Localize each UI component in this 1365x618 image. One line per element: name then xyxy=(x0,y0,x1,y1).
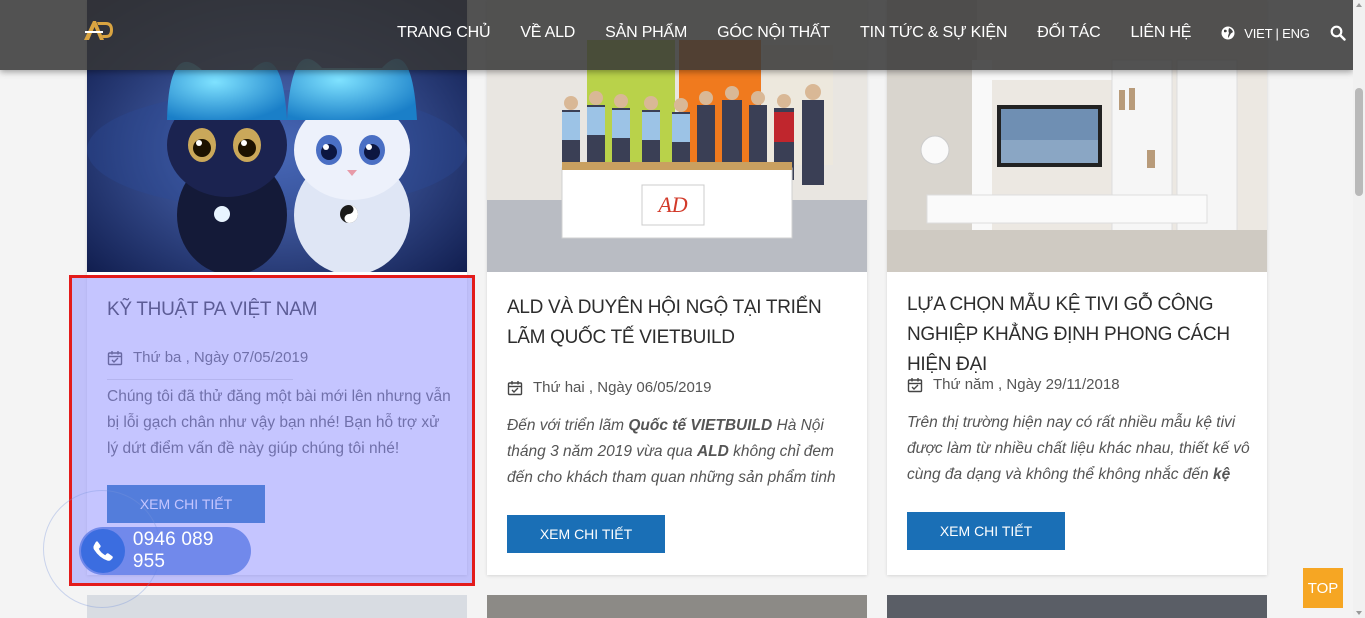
phone-icon xyxy=(93,541,113,561)
card-3-date-text: Thứ năm , Ngày 29/11/2018 xyxy=(933,376,1120,393)
nav-item-partners[interactable]: ĐỐI TÁC xyxy=(1037,24,1100,42)
nav-item-about[interactable]: VỀ ALD xyxy=(520,24,575,42)
scroll-down-arrow-icon[interactable] xyxy=(1356,611,1362,615)
news-card-2: AD ALD VÀ DUYÊN HỘI NGỘ TẠI TRIỂN LÃM QU… xyxy=(487,0,867,575)
search-icon[interactable] xyxy=(1330,25,1346,41)
card-2-date: Thứ hai , Ngày 06/05/2019 xyxy=(507,379,712,396)
language-switcher[interactable]: VIET | ENG xyxy=(1221,25,1310,41)
card-2-title[interactable]: ALD VÀ DUYÊN HỘI NGỘ TẠI TRIỂN LÃM QUỐC … xyxy=(507,293,847,353)
hotline-number: 0946 089 955 xyxy=(132,529,214,572)
phone-icon-wrapper xyxy=(81,529,125,573)
nav-item-home[interactable]: TRANG CHỦ xyxy=(397,24,491,42)
calendar-icon xyxy=(907,377,923,392)
card-3-title[interactable]: LỰA CHỌN MẪU KỆ TIVI GỖ CÔNG NGHIỆP KHẲN… xyxy=(907,290,1247,380)
card-2-read-more-button[interactable]: XEM CHI TIẾT xyxy=(507,515,665,553)
card-3-desc-part: Trên thị trường hiện nay có rất nhiều mẫ… xyxy=(907,414,1250,483)
nav-item-news[interactable]: TIN TỨC & SỰ KIỆN xyxy=(860,24,1007,42)
main-menu: TRANG CHỦ VỀ ALD SẢN PHẨM GÓC NỘI THẤT T… xyxy=(397,24,1346,42)
card-2-description: Đến với triển lãm Quốc tế VIETBUILD Hà N… xyxy=(507,413,852,491)
nav-item-contact[interactable]: LIÊN HỆ xyxy=(1130,24,1191,42)
top-navbar: TRANG CHỦ VỀ ALD SẢN PHẨM GÓC NỘI THẤT T… xyxy=(0,0,1353,70)
globe-icon xyxy=(1221,26,1235,40)
card-2-desc-strong: ALD xyxy=(696,443,729,460)
page-scrollbar[interactable] xyxy=(1353,0,1365,618)
back-to-top-button[interactable]: TOP xyxy=(1303,568,1343,608)
card-3-description: Trên thị trường hiện nay có rất nhiều mẫ… xyxy=(907,410,1252,488)
next-card-image-1[interactable] xyxy=(87,595,467,618)
card-2-date-text: Thứ hai , Ngày 06/05/2019 xyxy=(533,379,712,396)
news-card-3: LỰA CHỌN MẪU KỆ TIVI GỖ CÔNG NGHIỆP KHẲN… xyxy=(887,0,1267,575)
nav-item-interior[interactable]: GÓC NỘI THẤT xyxy=(717,24,830,42)
card-2-desc-strong: Quốc tế VIETBUILD xyxy=(628,417,773,434)
next-card-image-2[interactable] xyxy=(487,595,867,618)
card-3-date: Thứ năm , Ngày 29/11/2018 xyxy=(907,376,1120,393)
ald-logo[interactable] xyxy=(82,18,114,42)
hotline-button[interactable]: 0946 089 955 xyxy=(79,527,251,575)
language-label: VIET | ENG xyxy=(1244,25,1310,41)
card-2-desc-part: Đến với triển lãm xyxy=(507,417,629,434)
scroll-up-arrow-icon[interactable] xyxy=(1356,3,1362,7)
nav-item-products[interactable]: SẢN PHẨM xyxy=(605,24,687,42)
scrollbar-thumb[interactable] xyxy=(1355,88,1363,196)
calendar-icon xyxy=(507,380,523,395)
next-card-image-3[interactable] xyxy=(887,595,1267,618)
svg-text:AD: AD xyxy=(656,192,687,217)
card-3-read-more-button[interactable]: XEM CHI TIẾT xyxy=(907,512,1065,550)
